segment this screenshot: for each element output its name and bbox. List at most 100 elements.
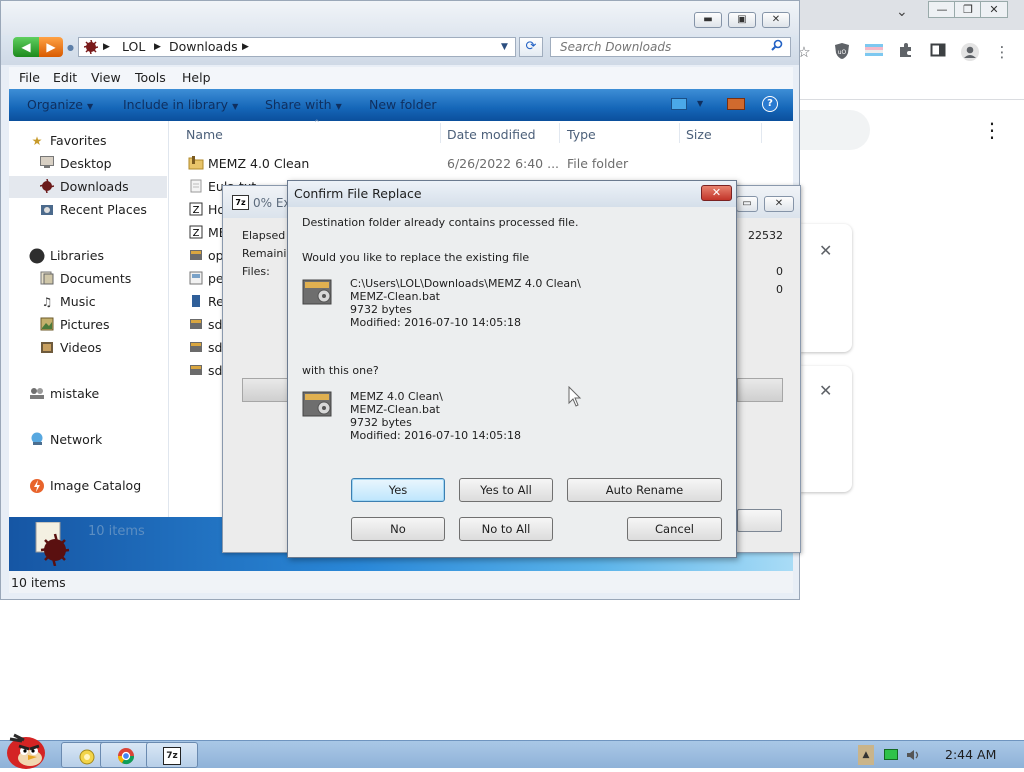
close-button[interactable]: ✕ <box>701 185 732 201</box>
batch-file-icon <box>302 277 334 307</box>
column-date-modified[interactable]: Date modified <box>447 127 536 142</box>
yes-button[interactable]: Yes <box>351 478 445 502</box>
browser-close-button[interactable]: ✕ <box>980 1 1008 18</box>
ublock-icon[interactable]: uO <box>832 42 852 62</box>
nav-documents[interactable]: Documents <box>9 268 167 290</box>
zip-file-icon: Z <box>188 225 204 241</box>
file-name: sd <box>208 363 223 378</box>
browser-minimize-button[interactable]: — <box>928 1 956 18</box>
nav-label: Image Catalog <box>50 478 142 493</box>
close-icon[interactable]: ✕ <box>819 241 832 260</box>
profile-icon[interactable] <box>960 42 980 62</box>
tray-clock[interactable]: 2:44 AM <box>945 747 996 762</box>
preview-pane-icon[interactable] <box>727 98 745 110</box>
breadcrumb-separator-icon[interactable]: ▶ <box>154 38 161 56</box>
new-folder-button[interactable]: New folder <box>369 97 437 112</box>
menu-tools[interactable]: Tools <box>135 70 166 85</box>
nav-music[interactable]: ♫ Music <box>9 291 167 313</box>
browser-maximize-button[interactable]: ❐ <box>954 1 982 18</box>
breadcrumb-downloads[interactable]: Downloads <box>169 38 238 56</box>
puzzle-icon[interactable] <box>896 42 916 62</box>
chevron-down-icon: ▼ <box>87 102 94 111</box>
close-button[interactable]: ✕ <box>762 12 790 28</box>
nav-recent-places[interactable]: Recent Places <box>9 199 167 221</box>
minimize-button[interactable]: ▬ <box>694 12 722 28</box>
nav-downloads[interactable]: Downloads <box>9 176 167 198</box>
view-options-icon[interactable] <box>671 98 687 110</box>
back-button[interactable]: ◀ <box>13 37 39 57</box>
column-divider[interactable] <box>440 123 441 143</box>
breadcrumb-separator-icon[interactable]: ▶ <box>242 38 249 56</box>
batch-file-icon <box>188 248 204 264</box>
chrome-icon <box>117 747 135 765</box>
address-bar[interactable]: ▶ LOL ▶ Downloads ▶ ▼ <box>78 37 516 57</box>
close-button[interactable]: ✕ <box>764 196 794 212</box>
extension-flag-icon[interactable] <box>864 42 884 62</box>
auto-rename-button[interactable]: Auto Rename <box>567 478 722 502</box>
search-input[interactable] <box>551 38 766 56</box>
breadcrumb-lol[interactable]: LOL <box>122 38 145 56</box>
desktop-icon <box>39 156 55 172</box>
videos-icon <box>39 340 55 356</box>
maximize-button[interactable]: ▣ <box>728 12 756 28</box>
help-icon[interactable]: ? <box>762 96 778 112</box>
taskbar-7zip[interactable]: 7z <box>146 742 198 768</box>
cancel-extract-button[interactable] <box>737 509 782 532</box>
no-button[interactable]: No <box>351 517 445 541</box>
browser-search-pill[interactable] <box>800 110 870 150</box>
nav-videos[interactable]: Videos <box>9 337 167 359</box>
nav-desktop[interactable]: Desktop <box>9 153 167 175</box>
batch-file-icon <box>188 317 204 333</box>
column-size[interactable]: Size <box>686 127 712 142</box>
network-status-icon[interactable] <box>884 749 898 760</box>
file-name: sd <box>208 340 223 355</box>
dialog-titlebar: Confirm File Replace ✕ <box>288 181 736 207</box>
breadcrumb-separator-icon[interactable]: ▶ <box>103 38 110 56</box>
taskbar-chrome[interactable] <box>100 742 152 768</box>
sidepanel-icon[interactable] <box>928 42 948 62</box>
volume-icon[interactable] <box>906 749 922 761</box>
share-with-button[interactable]: Share with ▼ <box>265 97 342 112</box>
page-menu-icon[interactable]: ⋮ <box>982 118 1002 142</box>
nav-libraries[interactable]: Libraries <box>9 245 167 267</box>
include-in-library-button[interactable]: Include in library ▼ <box>123 97 238 112</box>
no-to-all-button[interactable]: No to All <box>459 517 553 541</box>
recent-pages-icon[interactable]: ● <box>67 43 74 52</box>
close-icon[interactable]: ✕ <box>819 381 832 400</box>
column-divider[interactable] <box>559 123 560 143</box>
address-dropdown-icon[interactable]: ▼ <box>501 38 508 56</box>
chevron-down-icon[interactable]: ▼ <box>697 99 703 108</box>
tab-search-chevron-icon[interactable]: ⌄ <box>896 4 908 20</box>
organize-button[interactable]: Organize ▼ <box>27 97 93 112</box>
share-label: Share with <box>265 97 332 112</box>
menu-help[interactable]: Help <box>182 70 211 85</box>
minimize-button[interactable]: ▭ <box>736 196 758 212</box>
nav-favorites[interactable]: ★ Favorites <box>9 130 167 152</box>
files-label: Files: <box>242 265 270 278</box>
details-item-count: 10 items <box>88 524 145 539</box>
nav-pictures[interactable]: Pictures <box>9 314 167 336</box>
column-type[interactable]: Type <box>567 127 596 142</box>
cancel-button[interactable]: Cancel <box>627 517 722 541</box>
menu-edit[interactable]: Edit <box>53 70 77 85</box>
extract-title: 0% Ex <box>253 196 291 210</box>
nav-mistake[interactable]: mistake <box>9 383 167 405</box>
search-icon[interactable] <box>768 38 786 56</box>
column-divider[interactable] <box>761 123 762 143</box>
existing-file-path: C:\Users\LOL\Downloads\MEMZ 4.0 Clean\ <box>350 277 581 290</box>
menu-view[interactable]: View <box>91 70 121 85</box>
nav-image-catalog[interactable]: Image Catalog <box>9 475 167 497</box>
menu-file[interactable]: File <box>19 70 40 85</box>
column-name[interactable]: Name <box>186 127 223 142</box>
tray-expand-icon[interactable]: ▲ <box>858 745 874 765</box>
menu-bar: File Edit View Tools Help <box>9 67 793 89</box>
yes-to-all-button[interactable]: Yes to All <box>459 478 553 502</box>
refresh-button[interactable]: ⟳ <box>519 37 543 57</box>
column-divider[interactable] <box>679 123 680 143</box>
nav-network[interactable]: Network <box>9 429 167 451</box>
file-row[interactable]: MEMZ 4.0 Clean 6/26/2022 6:40 ... File f… <box>185 153 785 175</box>
batch-file-icon <box>188 340 204 356</box>
kebab-menu-icon[interactable]: ⋮ <box>992 42 1012 62</box>
angry-bird-icon[interactable] <box>2 729 52 769</box>
forward-button[interactable]: ▶ <box>39 37 63 57</box>
